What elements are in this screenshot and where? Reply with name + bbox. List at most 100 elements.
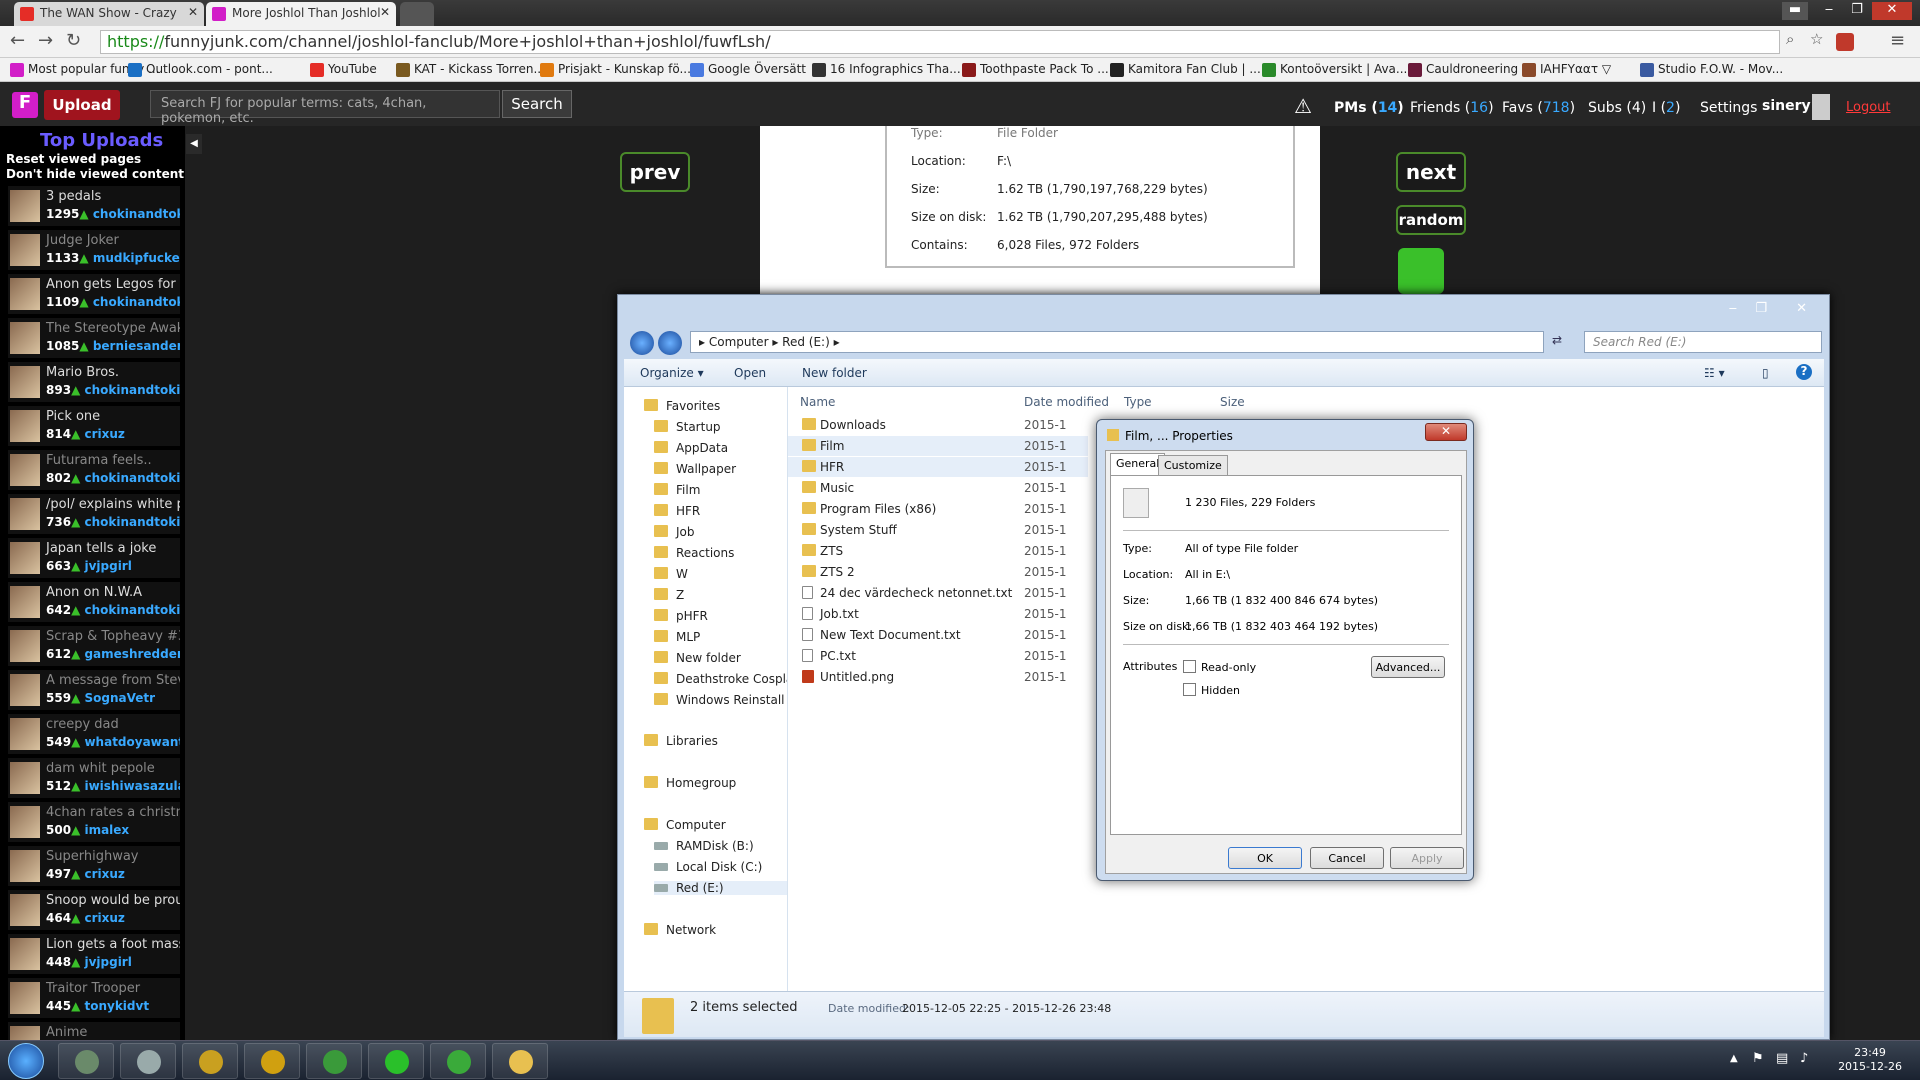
upload-item[interactable]: Lion gets a foot massa 448▲ jvjpgirl (8, 934, 180, 974)
upload-user[interactable]: chokinandtokin (84, 603, 180, 617)
username-link[interactable]: sinery (1762, 98, 1811, 114)
volume-icon[interactable]: ♪ (1800, 1051, 1808, 1066)
sidebar-collapse-icon[interactable]: ◀ (186, 134, 202, 154)
readonly-checkbox[interactable] (1183, 660, 1196, 673)
explorer-refresh-icon[interactable]: ⇄ (1552, 333, 1562, 347)
nav-item[interactable]: Z (654, 588, 684, 602)
network-icon[interactable]: ▤ (1776, 1051, 1788, 1066)
upload-user[interactable]: gameshredder (84, 647, 180, 661)
upload-user[interactable]: chokinandtokin (93, 295, 180, 309)
upload-item[interactable]: creepy dad 549▲ whatdoyawant (8, 714, 180, 754)
upload-user[interactable]: chokinandtokin (84, 515, 180, 529)
tab-wan-show[interactable]: The WAN Show - Crazy ✕ (14, 2, 204, 26)
upload-item[interactable]: The Stereotype Awake 1085▲ berniesanders (8, 318, 180, 358)
open-button[interactable]: Open (734, 366, 766, 380)
explorer-forward-icon[interactable] (658, 331, 682, 355)
bookmark-item[interactable]: Cauldroneering (1408, 62, 1518, 77)
file-row[interactable]: ZTS 2 2015-1 (788, 562, 1088, 582)
cancel-button[interactable]: Cancel (1310, 847, 1384, 869)
upload-item[interactable]: Traitor Trooper 445▲ tonykidvt (8, 978, 180, 1018)
file-row[interactable]: Film 2015-1 (788, 436, 1088, 456)
file-row[interactable]: Job.txt 2015-1 (788, 604, 1088, 624)
restore-button[interactable]: ❐ (1844, 2, 1870, 20)
upload-user[interactable]: crixuz (84, 911, 124, 925)
nav-item[interactable]: pHFR (654, 609, 708, 623)
back-arrow-icon[interactable]: ← (10, 30, 25, 51)
hidden-checkbox[interactable] (1183, 683, 1196, 696)
bookmark-item[interactable]: Outlook.com - pont... (128, 62, 273, 77)
dont-hide-viewed-link[interactable]: Don't hide viewed content (6, 167, 184, 181)
nav-item[interactable]: Computer (644, 818, 726, 832)
tab-joshlol[interactable]: More Joshlol Than Joshlol ✕ (206, 2, 396, 26)
avatar[interactable] (1812, 94, 1830, 120)
file-row[interactable]: HFR 2015-1 (788, 457, 1088, 477)
nav-item[interactable]: Film (654, 483, 700, 497)
upload-item[interactable]: Pick one 814▲ crixuz (8, 406, 180, 446)
explorer-search-input[interactable]: Search Red (E:) (1584, 331, 1822, 353)
nav-item[interactable]: RAMDisk (B:) (654, 839, 754, 853)
explorer-maximize-button[interactable]: ❐ (1755, 301, 1767, 316)
file-row[interactable]: ZTS 2015-1 (788, 541, 1088, 561)
bookmark-item[interactable]: Google Översätt (690, 62, 806, 77)
tab-close-icon[interactable]: ✕ (188, 5, 198, 19)
file-row[interactable]: Untitled.png 2015-1 (788, 667, 1088, 687)
site-search-input[interactable]: Search FJ for popular terms: cats, 4chan… (150, 90, 500, 126)
bookmark-item[interactable]: Prisjakt - Kunskap fö... (540, 62, 691, 77)
upload-item[interactable]: Anon gets Legos for Cl 1109▲ chokinandtok… (8, 274, 180, 314)
explorer-minimize-button[interactable]: ‒ (1729, 301, 1737, 316)
file-row[interactable]: PC.txt 2015-1 (788, 646, 1088, 666)
logout-link[interactable]: Logout (1846, 100, 1891, 115)
upload-user[interactable]: mudkipfucker (93, 251, 180, 265)
favs-link[interactable]: Favs (718) (1502, 100, 1575, 116)
taskbar-app-utorrent[interactable] (430, 1043, 486, 1079)
upload-user[interactable]: iwishiwasazula (84, 779, 180, 793)
friends-link[interactable]: Friends (16) (1410, 100, 1494, 116)
upload-user[interactable]: chokinandtokin (84, 383, 180, 397)
settings-link[interactable]: Settings (1700, 100, 1757, 116)
taskbar-app-monitor[interactable] (58, 1043, 114, 1079)
bookmark-item[interactable]: IAHFYαατ ▽ (1522, 62, 1611, 77)
bookmark-item[interactable]: Studio F.O.W. - Mov... (1640, 62, 1783, 77)
upload-item[interactable]: Anime (8, 1022, 180, 1040)
menu-icon[interactable]: ≡ (1890, 30, 1905, 51)
pms-link[interactable]: PMs (14) (1334, 100, 1404, 116)
ok-button[interactable]: OK (1228, 847, 1302, 869)
dialog-close-button[interactable]: ✕ (1425, 423, 1467, 441)
nav-item[interactable]: Startup (654, 420, 721, 434)
nav-item[interactable]: Favorites (644, 399, 720, 413)
upload-item[interactable]: Snoop would be proud 464▲ crixuz (8, 890, 180, 930)
col-type[interactable]: Type (1124, 395, 1152, 409)
nav-item[interactable]: New folder (654, 651, 741, 665)
col-date[interactable]: Date modified (1024, 395, 1109, 409)
i-link[interactable]: I (2) (1652, 100, 1680, 116)
upload-user[interactable]: jvjpgirl (84, 559, 131, 573)
taskbar-clock[interactable]: 23:49 2015-12-26 (1838, 1046, 1902, 1074)
subs-link[interactable]: Subs (4) (1588, 100, 1646, 116)
reset-viewed-link[interactable]: Reset viewed pages (6, 152, 141, 166)
taskbar-app-cloud[interactable] (368, 1043, 424, 1079)
file-row[interactable]: System Stuff 2015-1 (788, 520, 1088, 540)
forward-arrow-icon[interactable]: → (38, 30, 53, 51)
upload-user[interactable]: jvjpgirl (84, 955, 131, 969)
nav-item[interactable]: AppData (654, 441, 728, 455)
zoom-icon[interactable]: ⌕ (1786, 30, 1794, 48)
bookmark-item[interactable]: KAT - Kickass Torren... (396, 62, 545, 77)
upload-item[interactable]: 4chan rates a christma 500▲ imalex (8, 802, 180, 842)
upload-user[interactable]: crixuz (84, 427, 124, 441)
file-row[interactable]: New Text Document.txt 2015-1 (788, 625, 1088, 645)
taskbar-app-thunder[interactable] (244, 1043, 300, 1079)
nav-item[interactable]: Red (E:) (654, 881, 787, 895)
upload-item[interactable]: Mario Bros. 893▲ chokinandtokin (8, 362, 180, 402)
breadcrumb-computer[interactable]: Computer (709, 335, 769, 349)
nav-item[interactable]: Wallpaper (654, 462, 736, 476)
upload-user[interactable]: imalex (84, 823, 129, 837)
nav-item[interactable]: Windows Reinstall (654, 693, 784, 707)
bookmark-star-icon[interactable]: ☆ (1810, 30, 1823, 48)
organize-button[interactable]: Organize ▾ (640, 366, 704, 380)
profile-icon[interactable]: ▬ (1782, 2, 1808, 20)
file-row[interactable]: Program Files (x86) 2015-1 (788, 499, 1088, 519)
bookmark-item[interactable]: 16 Infographics Tha... (812, 62, 961, 77)
col-name[interactable]: Name (800, 395, 835, 409)
upload-item[interactable]: Judge Joker 1133▲ mudkipfucker (8, 230, 180, 270)
help-icon[interactable]: ? (1796, 364, 1812, 380)
